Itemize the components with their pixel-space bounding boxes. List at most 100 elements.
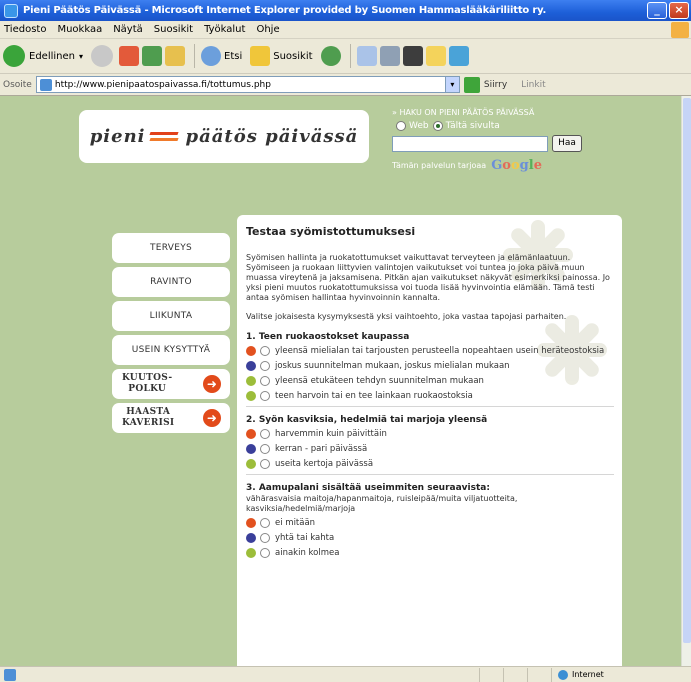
- menu-tools[interactable]: Työkalut: [204, 24, 245, 35]
- score-dot-icon: [246, 548, 256, 558]
- back-arrow-icon: [3, 45, 25, 67]
- score-dot-icon: [246, 346, 256, 356]
- search-submit-button[interactable]: Haa: [552, 135, 582, 152]
- nav-item-kuutospolku[interactable]: KUUTOS- POLKU ➜: [112, 369, 230, 399]
- favorites-button[interactable]: Suosikit: [250, 46, 313, 66]
- menu-file[interactable]: Tiedosto: [4, 24, 46, 35]
- answer-radio[interactable]: [260, 533, 270, 543]
- address-input[interactable]: http://www.pienipaatospaivassa.fi/tottum…: [35, 76, 460, 93]
- answer-option[interactable]: useita kertoja päivässä: [246, 459, 614, 469]
- quiz-instruction: Valitse jokaisesta kysymyksestä yksi vai…: [246, 312, 567, 321]
- score-dot-icon: [246, 376, 256, 386]
- radio-web[interactable]: [396, 121, 406, 131]
- quiz-title: Testaa syömistottumuksesi: [246, 225, 416, 238]
- arrow-right-icon: ➜: [203, 375, 221, 393]
- answer-option[interactable]: yleensä mielialan tai tarjousten peruste…: [246, 346, 614, 356]
- go-label[interactable]: Siirry: [484, 80, 507, 90]
- question-divider: [246, 406, 614, 407]
- site-logo[interactable]: pieni päätös päivässä: [90, 126, 359, 147]
- search-input[interactable]: [392, 135, 548, 152]
- answer-radio[interactable]: [260, 391, 270, 401]
- answer-option[interactable]: ainakin kolmea: [246, 548, 614, 558]
- menu-favorites[interactable]: Suosikit: [154, 24, 193, 35]
- logo-swoosh-icon: [148, 128, 182, 146]
- answer-radio[interactable]: [260, 361, 270, 371]
- minimize-button[interactable]: _: [647, 2, 667, 19]
- answer-radio[interactable]: [260, 376, 270, 386]
- score-dot-icon: [246, 444, 256, 454]
- question-1: 1. Teen ruokaostokset kaupassa yleensä m…: [246, 332, 614, 401]
- stop-icon[interactable]: [119, 46, 139, 66]
- edit-icon[interactable]: [402, 46, 423, 66]
- answer-radio[interactable]: [260, 548, 270, 558]
- answer-radio[interactable]: [260, 346, 270, 356]
- nav-item-haasta-kaverisi[interactable]: HAASTA KAVERISI ➜: [112, 403, 230, 433]
- vertical-scrollbar[interactable]: [681, 96, 691, 666]
- menu-edit[interactable]: Muokkaa: [57, 24, 102, 35]
- print-icon[interactable]: [379, 46, 400, 66]
- refresh-icon[interactable]: [142, 46, 162, 66]
- score-dot-icon: [246, 518, 256, 528]
- address-bar: Osoite http://www.pienipaatospaivassa.fi…: [0, 74, 691, 96]
- links-label[interactable]: Linkit: [521, 80, 545, 90]
- question-title: 1. Teen ruokaostokset kaupassa: [246, 332, 410, 342]
- answer-option[interactable]: kerran - pari päivässä: [246, 444, 614, 454]
- answer-option[interactable]: ei mitään: [246, 518, 614, 528]
- nav-item-usein-kysyttya[interactable]: USEIN KYSYTTYÄ: [112, 335, 230, 365]
- score-dot-icon: [246, 361, 256, 371]
- search-button[interactable]: Etsi: [201, 46, 242, 66]
- toolbar-separator: [194, 44, 195, 68]
- question-title: 3. Aamupalani sisältää useimmiten seuraa…: [246, 483, 490, 493]
- radio-this-site[interactable]: [432, 121, 443, 131]
- ie-icon: [4, 3, 18, 18]
- page-loaded-icon: [4, 668, 16, 681]
- mail-icon[interactable]: [356, 46, 377, 66]
- quiz-intro: Syömisen hallinta ja ruokatottumukset va…: [246, 253, 610, 302]
- messenger-icon[interactable]: [448, 46, 469, 66]
- address-dropdown-icon[interactable]: ▾: [444, 77, 459, 92]
- answer-radio[interactable]: [260, 429, 270, 439]
- quiz-panel: Testaa syömistottumuksesi Syömisen halli…: [237, 215, 622, 666]
- back-dropdown-icon: ▾: [78, 51, 83, 61]
- history-icon[interactable]: [320, 46, 341, 66]
- go-icon[interactable]: [463, 76, 480, 93]
- menu-help[interactable]: Ohje: [256, 24, 279, 35]
- answer-radio[interactable]: [260, 518, 270, 528]
- toolbar-separator: [349, 44, 351, 68]
- question-3: 3. Aamupalani sisältää useimmiten seuraa…: [246, 483, 614, 558]
- arrow-right-icon: ➜: [203, 409, 221, 427]
- answer-radio[interactable]: [260, 459, 270, 469]
- site-search: » HAKU ON PIENI PÄÄTÖS PÄIVÄSSÄ Web Tält…: [392, 108, 622, 173]
- site-header[interactable]: pieni päätös päivässä: [79, 110, 369, 163]
- close-button[interactable]: ×: [669, 2, 689, 19]
- page-icon: [39, 78, 52, 91]
- answer-radio[interactable]: [260, 444, 270, 454]
- answer-option[interactable]: teen harvoin tai en tee lainkaan ruokaos…: [246, 391, 614, 401]
- forward-arrow-icon[interactable]: [91, 45, 113, 67]
- answer-option[interactable]: harvemmin kuin päivittäin: [246, 429, 614, 439]
- question-2: 2. Syön kasviksia, hedelmiä tai marjoja …: [246, 415, 614, 469]
- star-icon: [250, 46, 271, 66]
- folder-icon[interactable]: [425, 46, 446, 66]
- score-dot-icon: [246, 533, 256, 543]
- answer-option[interactable]: yleensä etukäteen tehdyn suunnitelman mu…: [246, 376, 614, 386]
- answer-option[interactable]: joskus suunnitelman mukaan, joskus mieli…: [246, 361, 614, 371]
- score-dot-icon: [246, 429, 256, 439]
- nav-item-terveys[interactable]: TERVEYS: [112, 233, 230, 263]
- nav-item-liikunta[interactable]: LIIKUNTA: [112, 301, 230, 331]
- powered-by: Tämän palvelun tarjoaa Google: [392, 158, 542, 173]
- back-button[interactable]: Edellinen ▾: [3, 45, 83, 67]
- nav-item-ravinto[interactable]: RAVINTO: [112, 267, 230, 297]
- home-icon[interactable]: [165, 46, 185, 66]
- menu-bar: Tiedosto Muokkaa Näytä Suosikit Työkalut…: [0, 21, 691, 39]
- question-title: 2. Syön kasviksia, hedelmiä tai marjoja …: [246, 415, 488, 425]
- status-bar: Internet: [0, 666, 691, 682]
- scrollbar-thumb[interactable]: [683, 98, 691, 643]
- search-scope: Web Tältä sivulta: [392, 121, 622, 131]
- left-navigation: TERVEYS RAVINTO LIIKUNTA USEIN KYSYTTYÄ …: [112, 233, 230, 437]
- menu-view[interactable]: Näytä: [113, 24, 143, 35]
- answer-option[interactable]: yhtä tai kahta: [246, 533, 614, 543]
- google-logo[interactable]: Google: [491, 158, 542, 173]
- window-title: Pieni Päätös Päivässä - Microsoft Intern…: [23, 5, 547, 16]
- magnifier-icon: [201, 46, 221, 66]
